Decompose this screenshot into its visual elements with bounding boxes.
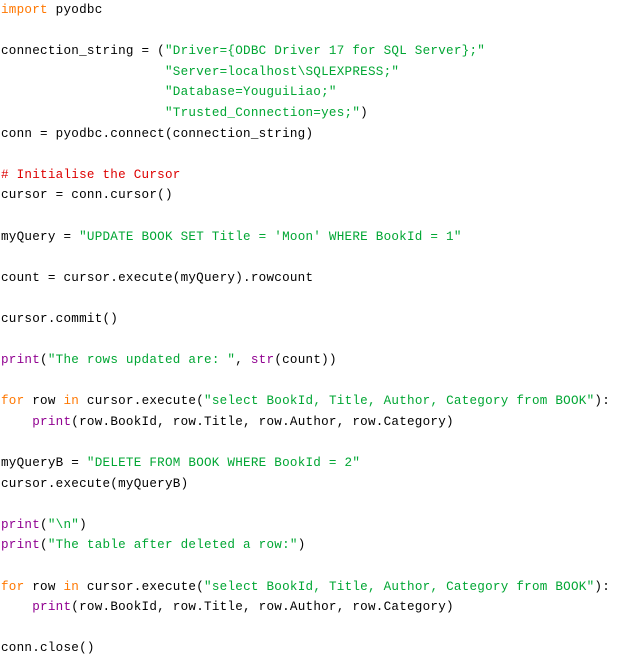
code-line[interactable]: myQueryB = "DELETE FROM BOOK WHERE BookI… — [0, 453, 629, 474]
code-line[interactable]: "Server=localhost\SQLEXPRESS;" — [0, 62, 629, 83]
code-token-plain: (count)) — [274, 353, 337, 368]
code-line[interactable]: print("The rows updated are: ", str(coun… — [0, 350, 629, 371]
code-line[interactable] — [0, 371, 629, 392]
code-line[interactable] — [0, 556, 629, 577]
code-token-string: "The rows updated are: " — [47, 353, 236, 368]
code-line[interactable] — [0, 21, 629, 42]
code-token-keyword: for — [1, 579, 25, 594]
code-editor[interactable]: import pyodbc connection_string = ("Drive… — [0, 0, 629, 655]
code-token-plain: count = cursor.execute(myQuery).rowcount — [1, 270, 314, 285]
code-line[interactable]: import pyodbc — [0, 0, 629, 21]
code-token-string: "Trusted_Connection=yes;" — [164, 105, 361, 120]
code-token-plain: conn.close() — [1, 641, 95, 656]
code-token-plain: ) — [360, 105, 368, 120]
code-token-string: "The table after deleted a row:" — [47, 538, 298, 553]
code-line[interactable]: for row in cursor.execute("select BookId… — [0, 577, 629, 598]
code-token-plain: , — [235, 353, 251, 368]
code-token-plain: ( — [40, 517, 48, 532]
code-token-builtin: print — [1, 517, 41, 532]
code-line[interactable] — [0, 432, 629, 453]
code-token-keyword: import — [1, 3, 48, 17]
code-line[interactable] — [0, 618, 629, 639]
code-token-builtin: print — [1, 353, 41, 368]
code-token-plain: cursor.commit() — [1, 311, 119, 326]
code-token-plain: ( — [40, 353, 48, 368]
code-token-string: "select BookId, Title, Author, Category … — [204, 394, 595, 409]
code-line[interactable]: conn = pyodbc.connect(connection_string) — [0, 124, 629, 145]
code-token-keyword: in — [63, 394, 80, 409]
code-line[interactable] — [0, 288, 629, 309]
code-line[interactable]: for row in cursor.execute("select BookId… — [0, 391, 629, 412]
code-line[interactable]: print(row.BookId, row.Title, row.Author,… — [0, 412, 629, 433]
code-token-plain: ( — [40, 538, 48, 553]
code-line[interactable] — [0, 330, 629, 351]
code-line[interactable]: conn.close() — [0, 638, 629, 659]
code-token-plain: ) — [297, 538, 306, 553]
code-line[interactable]: # Initialise the Cursor — [0, 165, 629, 186]
code-token-keyword: in — [63, 579, 80, 594]
code-token-plain: (row.BookId, row.Title, row.Author, row.… — [71, 414, 454, 429]
code-line[interactable]: cursor.commit() — [0, 309, 629, 330]
code-line[interactable]: cursor = conn.cursor() — [0, 185, 629, 206]
code-token-plain: connection_string = ( — [1, 44, 165, 59]
code-token-plain: ): — [594, 579, 611, 594]
code-line[interactable]: print("\n") — [0, 515, 629, 536]
code-line[interactable] — [0, 494, 629, 515]
code-token-plain: row — [24, 579, 64, 594]
code-token-builtin: print — [32, 414, 72, 429]
code-token-string: "Driver={ODBC Driver 17 for SQL Server};… — [164, 44, 486, 59]
code-line[interactable] — [0, 206, 629, 227]
code-token-string: "UPDATE BOOK SET Title = 'Moon' WHERE Bo… — [79, 229, 462, 244]
code-token-string: "\n" — [47, 517, 80, 532]
code-line[interactable]: print(row.BookId, row.Title, row.Author,… — [0, 597, 629, 618]
code-token-string: "Database=YouguiLiao;" — [164, 85, 337, 100]
code-token-plain: myQuery = — [1, 229, 80, 244]
code-token-plain: ): — [594, 394, 611, 409]
code-line[interactable]: cursor.execute(myQueryB) — [0, 474, 629, 495]
code-token-string: "Server=localhost\SQLEXPRESS;" — [164, 64, 400, 79]
code-line[interactable]: "Database=YouguiLiao;" — [0, 82, 629, 103]
code-token-plain: row — [24, 394, 64, 409]
code-line[interactable]: count = cursor.execute(myQuery).rowcount — [0, 268, 629, 289]
code-token-builtin: print — [1, 538, 41, 553]
code-token-plain: ) — [79, 517, 87, 532]
code-token-plain: cursor.execute( — [79, 394, 205, 409]
code-token-plain: conn = pyodbc.connect(connection_string) — [1, 126, 314, 141]
code-token-plain: pyodbc — [47, 3, 103, 17]
code-token-plain: cursor = conn.cursor() — [1, 188, 173, 203]
code-line[interactable] — [0, 144, 629, 165]
code-line[interactable]: "Trusted_Connection=yes;") — [0, 103, 629, 124]
code-token-plain: cursor.execute(myQueryB) — [1, 476, 189, 491]
code-token-builtin: print — [32, 600, 72, 615]
code-token-string: "select BookId, Title, Author, Category … — [204, 579, 595, 594]
code-token-keyword: for — [1, 394, 25, 409]
code-token-plain: (row.BookId, row.Title, row.Author, row.… — [71, 600, 454, 615]
code-token-plain: cursor.execute( — [79, 579, 205, 594]
code-token-comment: # Initialise the Cursor — [1, 167, 181, 182]
code-token-plain: myQueryB = — [1, 456, 87, 471]
code-line[interactable]: print("The table after deleted a row:") — [0, 535, 629, 556]
code-line[interactable]: myQuery = "UPDATE BOOK SET Title = 'Moon… — [0, 227, 629, 248]
code-token-builtin: str — [250, 353, 275, 368]
code-line[interactable]: connection_string = ("Driver={ODBC Drive… — [0, 41, 629, 62]
code-token-string: "DELETE FROM BOOK WHERE BookId = 2" — [86, 456, 361, 471]
code-line[interactable] — [0, 247, 629, 268]
